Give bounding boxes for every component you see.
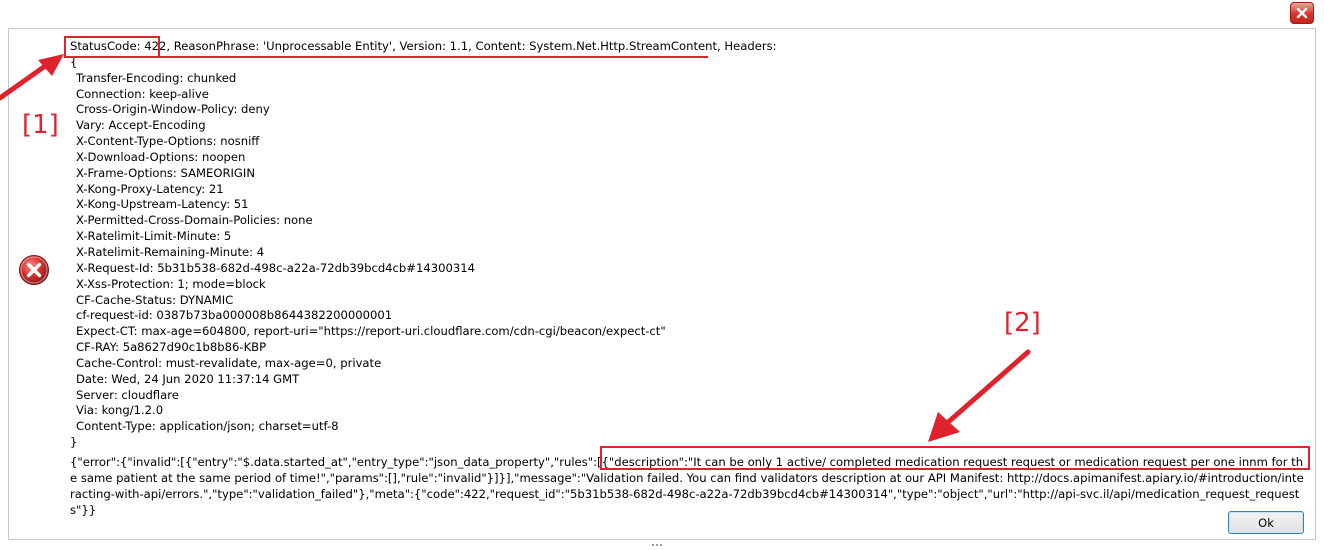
body-suffix: period of time!","params":[],"rule":"inv…: [70, 471, 1304, 517]
header-line: X-Xss-Protection: 1; mode=block: [76, 276, 266, 291]
annotation-box-status-code: [64, 36, 160, 58]
error-icon: [19, 255, 49, 285]
ok-button[interactable]: Ok: [1228, 511, 1304, 534]
header-line: X-Ratelimit-Remaining-Minute: 4: [76, 244, 265, 259]
response-text: StatusCode: 422, ReasonPhrase: 'Unproces…: [70, 39, 777, 451]
annotation-label-1: [1]: [22, 110, 59, 140]
annotation-arrow-2-icon: [928, 349, 1031, 442]
header-line: Vary: Accept-Encoding: [76, 118, 206, 133]
header-line: X-Download-Options: noopen: [76, 149, 246, 164]
header-line: cf-request-id: 0387b73ba000008b864438220…: [76, 308, 393, 323]
annotation-box-error-message: [600, 446, 1310, 470]
annotation-label-2: [2]: [1004, 308, 1041, 338]
resize-grip-icon: [652, 544, 662, 546]
error-dialog: StatusCode: 422, ReasonPhrase: 'Unproces…: [0, 0, 1324, 550]
header-line: X-Content-Type-Options: nosniff: [76, 134, 260, 149]
close-icon: [1296, 7, 1308, 19]
header-line: Via: kong/1.2.0: [76, 403, 164, 418]
header-line: X-Kong-Upstream-Latency: 51: [76, 197, 249, 212]
header-line: Cross-Origin-Window-Policy: deny: [76, 102, 270, 117]
header-line: Cache-Control: must-revalidate, max-age=…: [76, 355, 382, 370]
annotation-underline-status: [158, 56, 708, 58]
title-bar: [0, 0, 1324, 28]
header-line: Expect-CT: max-age=604800, report-uri="h…: [76, 324, 666, 339]
header-line: CF-RAY: 5a8627d90c1b8b86-KBP: [76, 340, 267, 355]
status-line: StatusCode: 422, ReasonPhrase: 'Unproces…: [70, 39, 777, 55]
header-line: Server: cloudflare: [76, 387, 179, 402]
close-button[interactable]: [1290, 2, 1314, 24]
body-prefix: {"error":{"invalid":[{"entry":"$.data.st…: [70, 455, 688, 469]
annotation-arrow-1-icon: [0, 54, 64, 101]
header-line: Connection: keep-alive: [76, 86, 209, 101]
header-line: X-Frame-Options: SAMEORIGIN: [76, 165, 256, 180]
header-line: X-Kong-Proxy-Latency: 21: [76, 181, 224, 196]
header-line: X-Request-Id: 5b31b538-682d-498c-a22a-72…: [76, 260, 476, 275]
header-line: CF-Cache-Status: DYNAMIC: [76, 292, 234, 307]
header-line: Content-Type: application/json; charset=…: [76, 419, 339, 434]
header-line: X-Permitted-Cross-Domain-Policies: none: [76, 213, 313, 228]
header-line: X-Ratelimit-Limit-Minute: 5: [76, 229, 232, 244]
status-details: , ReasonPhrase: 'Unprocessable Entity', …: [166, 39, 777, 53]
header-line: Date: Wed, 24 Jun 2020 11:37:14 GMT: [76, 371, 300, 386]
header-line: Transfer-Encoding: chunked: [76, 70, 237, 85]
